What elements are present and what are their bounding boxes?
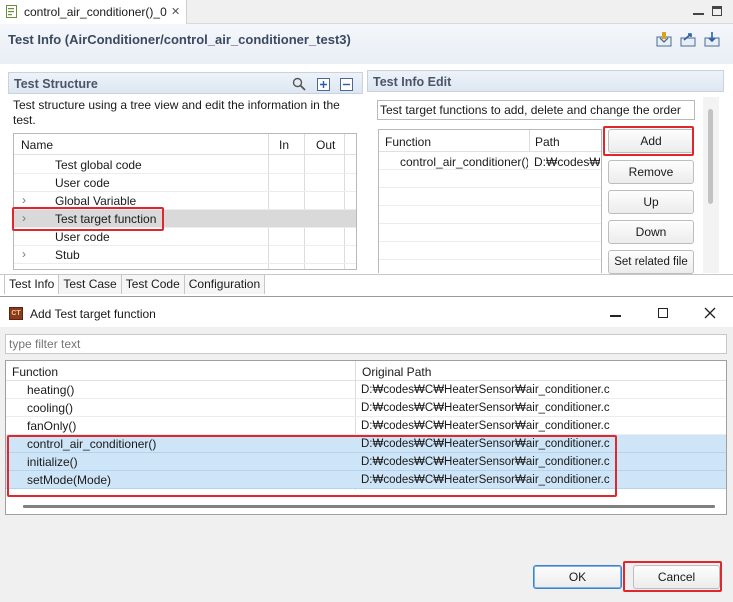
import-icon[interactable] [656, 31, 672, 47]
editor-header: Test Info (AirConditioner/control_air_co… [0, 24, 733, 64]
tree-row-label: User code [55, 230, 110, 244]
tree-row[interactable]: › Stub [14, 246, 356, 264]
column-path-header[interactable]: Path [535, 135, 560, 149]
edit-section-header: Test Info Edit [367, 70, 724, 92]
down-button[interactable]: Down [608, 220, 694, 244]
original-path-cell: D:₩codes₩C₩HeaterSensor₩air_conditioner.… [361, 384, 610, 396]
tree-row-label: Global Variable [55, 194, 137, 208]
edit-hint: Test target functions to add, delete and… [377, 100, 695, 120]
test-info-editor: control_air_conditioner()_0 ✕ Test Info … [0, 0, 733, 296]
structure-description: Test structure using a tree view and edi… [13, 98, 340, 127]
editor-tab-label: control_air_conditioner()_0 [24, 5, 167, 19]
add-target-function-dialog: CT Add Test target function Function Ori… [0, 296, 733, 602]
tree-row-label: Test global code [55, 158, 142, 172]
chevron-right-icon[interactable]: › [22, 193, 26, 207]
minimize-icon[interactable] [693, 13, 704, 15]
function-name-cell: heating() [27, 383, 75, 397]
page-title: Test Info (AirConditioner/control_air_co… [8, 32, 351, 47]
chevron-right-icon[interactable]: › [22, 247, 26, 261]
search-icon[interactable] [292, 77, 306, 91]
editor-tab-bar: control_air_conditioner()_0 ✕ [0, 0, 733, 24]
structure-tree[interactable]: Name In Out Test global code User code › Gl… [12, 133, 357, 270]
tree-row-label: User code [55, 176, 110, 190]
export-icon[interactable] [680, 31, 696, 47]
column-out-header[interactable]: Out [316, 138, 335, 152]
tab-configuration[interactable]: Configuration [184, 275, 266, 294]
editor-tab[interactable]: control_air_conditioner()_0 ✕ [0, 0, 187, 24]
edit-scrollbar[interactable] [703, 97, 719, 273]
remove-button[interactable]: Remove [608, 160, 694, 184]
tab-test-info[interactable]: Test Info [4, 275, 60, 294]
function-row[interactable]: heating() D:₩codes₩C₩HeaterSensor₩air_con… [6, 381, 726, 399]
target-path-cell[interactable]: D:₩codes₩C [534, 155, 600, 169]
dialog-minimize-icon[interactable] [610, 315, 621, 317]
tab-test-code[interactable]: Test Code [121, 275, 185, 294]
dialog-maximize-icon[interactable] [658, 308, 668, 318]
target-function-cell[interactable]: control_air_conditioner() [400, 155, 528, 169]
file-icon [6, 5, 17, 18]
ok-button[interactable]: OK [533, 565, 622, 589]
filter-input[interactable] [5, 334, 727, 354]
up-button[interactable]: Up [608, 190, 694, 214]
add-button-highlight [603, 126, 694, 156]
app-logo-icon: CT [9, 307, 23, 320]
function-row[interactable]: cooling() D:₩codes₩C₩HeaterSensor₩air_con… [6, 399, 726, 417]
collapse-all-icon[interactable] [340, 78, 353, 91]
tree-row[interactable]: Test global code [14, 156, 356, 174]
tab-close-icon[interactable]: ✕ [171, 5, 180, 18]
column-function-header[interactable]: Function [12, 365, 58, 379]
expand-all-icon[interactable] [317, 78, 330, 91]
set-related-file-button[interactable]: Set related file [608, 250, 694, 274]
original-path-cell: D:₩codes₩C₩HeaterSensor₩air_conditioner.… [361, 402, 610, 414]
tab-test-case[interactable]: Test Case [59, 275, 122, 294]
selected-rows-highlight [7, 435, 617, 497]
tree-row-label: Stub [55, 248, 80, 262]
edit-title: Test Info Edit [373, 75, 452, 89]
tree-row[interactable]: User code [14, 174, 356, 192]
dialog-title: Add Test target function [30, 307, 156, 321]
target-function-table[interactable]: Function Path control_air_conditioner() … [378, 129, 602, 273]
horizontal-scrollbar[interactable] [23, 505, 715, 508]
dialog-title-bar: CT Add Test target function [0, 297, 733, 327]
download-icon[interactable] [704, 31, 720, 47]
function-row[interactable]: fanOnly() D:₩codes₩C₩HeaterSensor₩air_con… [6, 417, 726, 435]
maximize-icon[interactable] [712, 6, 722, 16]
column-original-path-header[interactable]: Original Path [362, 365, 431, 379]
structure-section-header: Test Structure [8, 72, 363, 94]
column-function-header[interactable]: Function [385, 135, 431, 149]
edit-scrollbar-thumb[interactable] [708, 109, 713, 204]
original-path-cell: D:₩codes₩C₩HeaterSensor₩air_conditioner.… [361, 420, 610, 432]
structure-title: Test Structure [14, 77, 98, 91]
ok-button-highlight [623, 561, 722, 592]
function-name-cell: cooling() [27, 401, 74, 415]
tree-row-highlight [12, 207, 164, 231]
column-in-header[interactable]: In [279, 138, 289, 152]
bottom-tab-bar: Test Info Test Case Test Code Configuration [0, 274, 733, 295]
column-name-header[interactable]: Name [21, 138, 53, 152]
function-name-cell: fanOnly() [27, 419, 77, 433]
dialog-close-icon[interactable] [704, 307, 716, 319]
